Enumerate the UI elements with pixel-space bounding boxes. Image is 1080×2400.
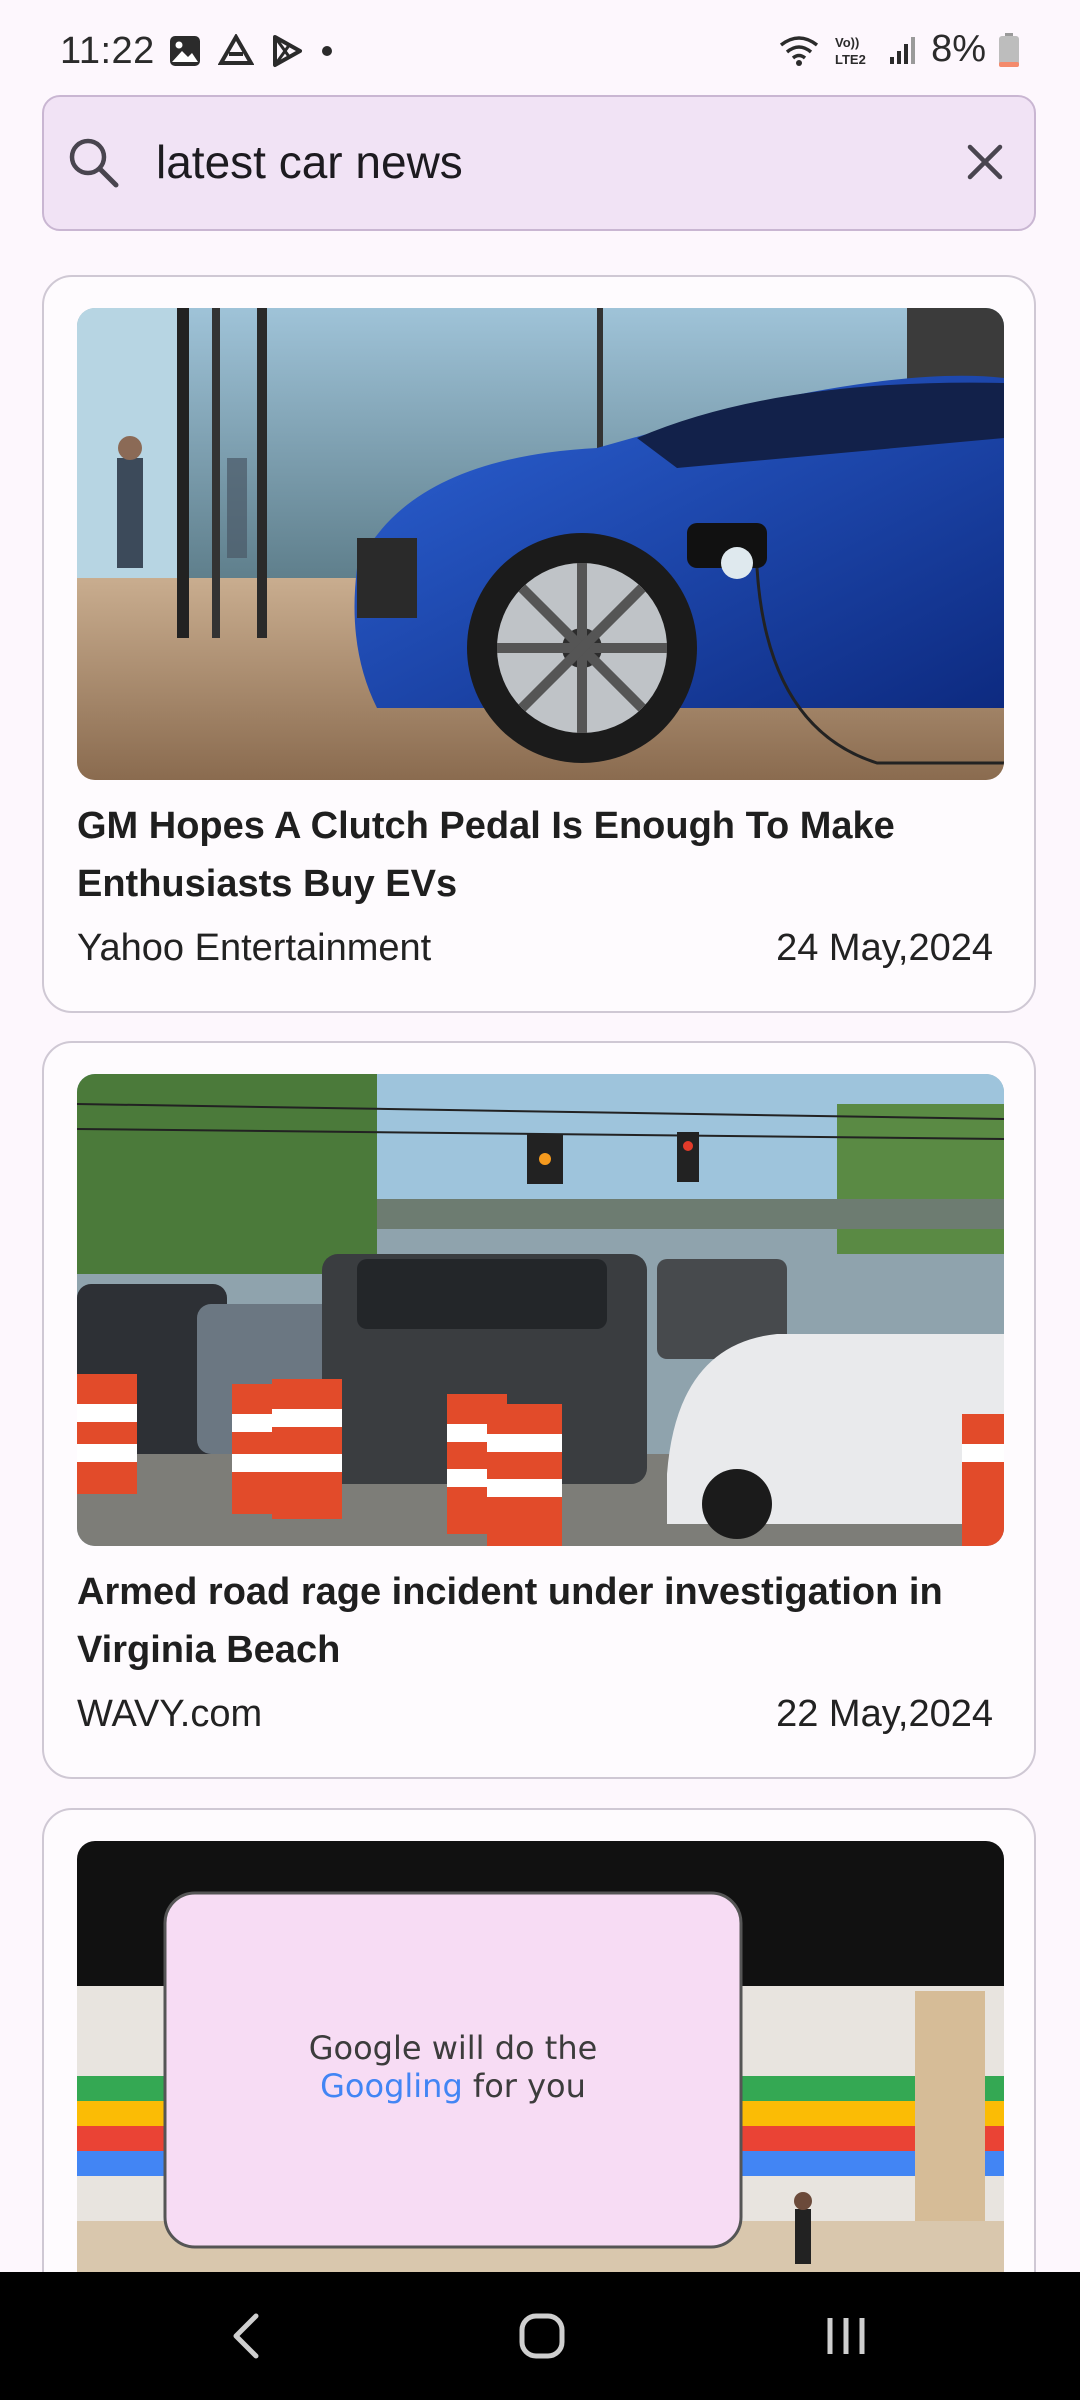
article-image[interactable]: Google will do the Googling for you xyxy=(77,1841,1004,2281)
image-text-line1: Google will do the xyxy=(309,2029,598,2067)
image-text-googling: Googling xyxy=(320,2067,463,2105)
news-card[interactable]: Armed road rage incident under investiga… xyxy=(42,1041,1036,1779)
gallery-icon xyxy=(170,36,200,66)
notification-icons xyxy=(168,34,334,68)
recents-icon[interactable] xyxy=(816,2306,876,2366)
article-title[interactable]: Armed road rage incident under investiga… xyxy=(77,1563,1007,1679)
system-icons: Vo)) LTE2 8% xyxy=(777,28,1020,71)
signal-icon xyxy=(890,36,916,64)
article-source: WAVY.com xyxy=(77,1693,263,1735)
search-input[interactable]: latest car news xyxy=(156,135,463,189)
article-date: 22 May,2024 xyxy=(776,1693,993,1735)
close-icon[interactable] xyxy=(960,137,1010,187)
battery-icon xyxy=(999,32,1019,67)
image-text-for-you: for you xyxy=(463,2067,586,2105)
article-source: Yahoo Entertainment xyxy=(77,927,432,969)
article-image[interactable] xyxy=(77,308,1004,780)
article-image[interactable] xyxy=(77,1074,1004,1546)
volte-icon: Vo)) LTE2 xyxy=(835,35,866,67)
play-store-icon xyxy=(273,35,302,67)
svg-text:Googling for you: Googling for you xyxy=(320,2067,586,2105)
home-icon[interactable] xyxy=(512,2306,572,2366)
article-title[interactable]: GM Hopes A Clutch Pedal Is Enough To Mak… xyxy=(77,797,1007,913)
drive-icon xyxy=(218,34,254,65)
news-card[interactable]: GM Hopes A Clutch Pedal Is Enough To Mak… xyxy=(42,275,1036,1013)
wifi-icon xyxy=(780,35,819,66)
back-icon[interactable] xyxy=(218,2306,278,2366)
status-time: 11:22 xyxy=(60,30,155,72)
search-icon[interactable] xyxy=(66,135,122,191)
navigation-bar xyxy=(0,2272,1080,2400)
battery-percent: 8% xyxy=(931,28,986,70)
svg-text:Vo)): Vo)) xyxy=(835,35,859,50)
article-date: 24 May,2024 xyxy=(776,927,993,969)
news-card[interactable]: Google will do the Googling for you xyxy=(42,1808,1036,2328)
dot-icon xyxy=(322,46,332,56)
search-bar[interactable]: latest car news xyxy=(42,95,1036,231)
svg-text:LTE2: LTE2 xyxy=(835,52,866,67)
status-bar: 11:22 Vo)) LTE2 8% xyxy=(0,0,1080,100)
